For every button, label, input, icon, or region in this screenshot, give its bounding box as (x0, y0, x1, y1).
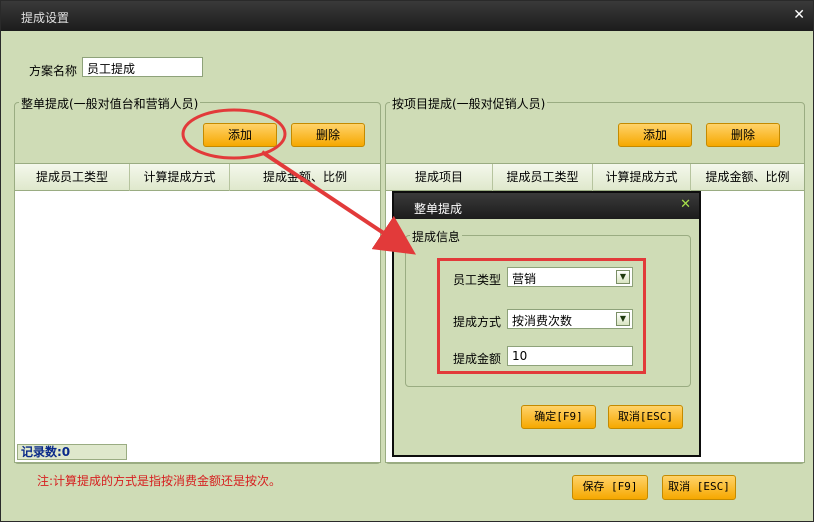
dialog-ok-button[interactable]: 确定[F9] (521, 405, 596, 429)
column-header[interactable]: 提成员工类型 (493, 164, 593, 191)
whole-order-group-title: 整单提成(一般对值台和营销人员) (19, 95, 201, 112)
close-icon[interactable]: ✕ (793, 7, 805, 23)
item-group-title: 按项目提成(一般对促销人员) (390, 95, 548, 112)
column-header[interactable]: 计算提成方式 (130, 164, 230, 191)
column-header[interactable]: 提成项目 (386, 164, 493, 191)
column-header[interactable]: 提成金额、比例 (691, 164, 804, 191)
record-count: 记录数:0 (17, 444, 127, 460)
whole-order-commission-dialog: 整单提成 ✕ 提成信息 员工类型 营销 ▼ 提成方式 按消费次数 ▼ 提成金额 … (392, 191, 701, 457)
left-delete-button[interactable]: 删除 (291, 123, 365, 147)
commission-info-title: 提成信息 (410, 228, 463, 245)
dialog-titlebar: 整单提成 ✕ (394, 193, 699, 219)
window-titlebar: 提成设置 ✕ (1, 1, 813, 31)
close-icon[interactable]: ✕ (680, 197, 691, 212)
column-header[interactable]: 提成员工类型 (15, 164, 130, 191)
right-add-button[interactable]: 添加 (618, 123, 692, 147)
column-header[interactable]: 提成金额、比例 (230, 164, 380, 191)
fields-highlight-box (437, 258, 646, 374)
dialog-cancel-button[interactable]: 取消[ESC] (608, 405, 683, 429)
right-delete-button[interactable]: 删除 (706, 123, 780, 147)
save-button[interactable]: 保存 [F9] (572, 475, 648, 500)
cancel-button[interactable]: 取消 [ESC] (662, 475, 736, 500)
method-note: 注:计算提成的方式是指按消费金额还是按次。 (37, 474, 282, 488)
column-header[interactable]: 计算提成方式 (593, 164, 691, 191)
window-title: 提成设置 (21, 11, 70, 25)
left-add-button[interactable]: 添加 (203, 123, 277, 147)
whole-order-table-header: 提成员工类型 计算提成方式 提成金额、比例 (15, 164, 380, 191)
dialog-title: 整单提成 (414, 202, 463, 216)
scheme-name-input[interactable]: 员工提成 (82, 57, 203, 77)
item-table-header: 提成项目 提成员工类型 计算提成方式 提成金额、比例 (386, 164, 804, 191)
scheme-name-label: 方案名称 (29, 64, 78, 78)
whole-order-table: 提成员工类型 计算提成方式 提成金额、比例 记录数:0 (14, 163, 381, 463)
